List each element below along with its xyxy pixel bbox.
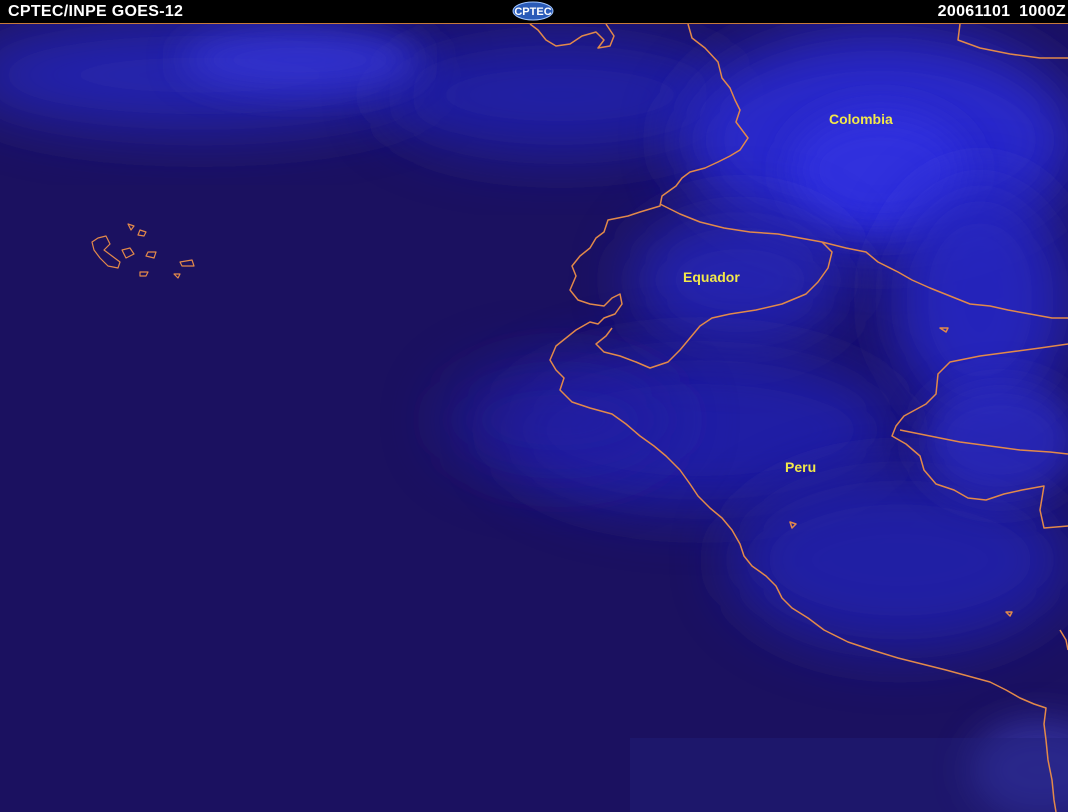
logo-text: CPTEC [514,6,551,18]
datetime-label: 20061101 1000Z [937,3,1066,20]
cptec-logo: CPTEC [512,1,554,21]
country-label-peru: Peru [785,459,817,475]
country-label-colombia: Colombia [829,111,893,127]
satellite-map [0,0,1068,812]
satellite-image-viewer: CPTEC/INPE GOES-12 20061101 1000Z CPTEC … [0,0,1068,812]
image-band [630,738,1068,812]
country-label-equador: Equador [683,269,740,285]
source-label: CPTEC/INPE GOES-12 [8,3,184,20]
